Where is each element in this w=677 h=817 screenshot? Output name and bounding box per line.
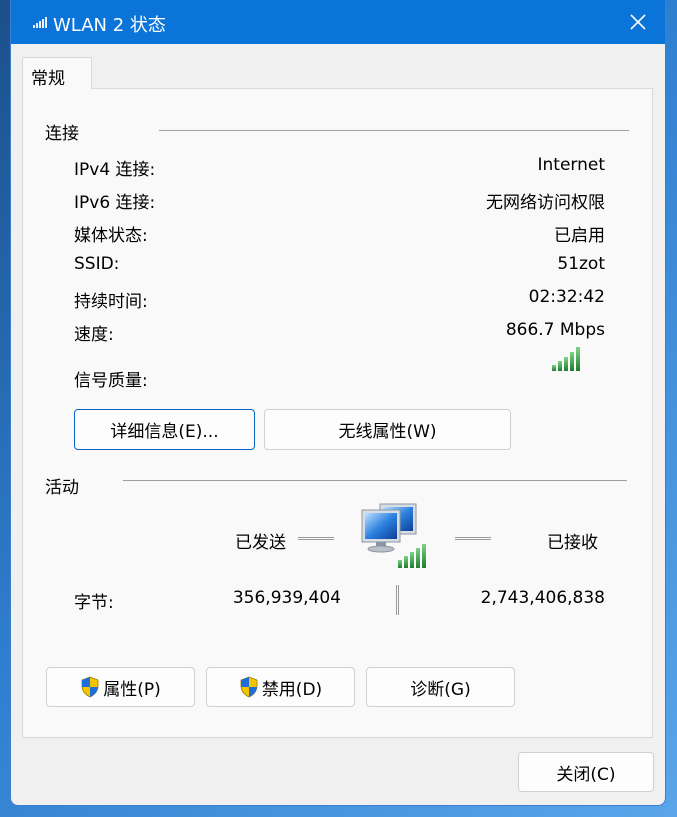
window-title: WLAN 2 状态 bbox=[53, 15, 166, 36]
shield-icon bbox=[81, 676, 99, 698]
speed-label: 速度: bbox=[74, 325, 114, 345]
ipv4-label: IPv4 连接: bbox=[74, 160, 156, 180]
disable-button[interactable]: 禁用(D) bbox=[206, 667, 355, 707]
diagnose-button[interactable]: 诊断(G) bbox=[366, 667, 515, 707]
connection-group-title: 连接 bbox=[45, 124, 79, 144]
wireless-properties-button[interactable]: 无线属性(W) bbox=[264, 409, 511, 450]
media-state-value: 已启用 bbox=[554, 226, 605, 246]
connection-divider bbox=[159, 130, 629, 131]
bytes-label: 字节: bbox=[74, 593, 114, 613]
ssid-label: SSID: bbox=[74, 254, 120, 274]
shield-icon bbox=[240, 676, 258, 698]
duration-label: 持续时间: bbox=[74, 292, 148, 312]
received-line bbox=[455, 537, 491, 540]
media-state-label: 媒体状态: bbox=[74, 226, 148, 246]
bytes-separator bbox=[396, 585, 399, 615]
activity-group-title: 活动 bbox=[45, 478, 79, 498]
ssid-value: 51zot bbox=[557, 254, 605, 274]
close-button[interactable]: 关闭(C) bbox=[518, 752, 654, 792]
general-panel: 连接 IPv4 连接: Internet IPv6 连接: 无网络访问权限 媒体… bbox=[22, 88, 653, 738]
ipv6-label: IPv6 连接: bbox=[74, 193, 156, 213]
speed-value: 866.7 Mbps bbox=[505, 320, 605, 340]
bytes-sent-value: 356,939,404 bbox=[232, 588, 341, 608]
properties-button[interactable]: 属性(P) bbox=[46, 667, 195, 707]
disable-button-label: 禁用(D) bbox=[261, 679, 323, 700]
close-icon bbox=[630, 14, 646, 30]
signal-strength-icon bbox=[552, 347, 580, 371]
received-label: 已接收 bbox=[547, 533, 598, 553]
ipv4-value: Internet bbox=[537, 155, 605, 175]
wifi-signal-icon bbox=[33, 17, 47, 28]
signal-quality-label: 信号质量: bbox=[74, 371, 148, 391]
ipv6-value: 无网络访问权限 bbox=[486, 193, 605, 213]
network-computers-icon bbox=[361, 503, 426, 568]
bytes-received-value: 2,743,406,838 bbox=[480, 588, 605, 608]
close-window-button[interactable] bbox=[611, 0, 665, 44]
duration-value: 02:32:42 bbox=[528, 287, 605, 307]
title-bar: WLAN 2 状态 bbox=[11, 0, 665, 44]
tab-general[interactable]: 常规 bbox=[22, 57, 92, 89]
status-dialog: WLAN 2 状态 常规 连接 IPv4 连接: Internet IPv6 连… bbox=[10, 0, 666, 806]
sent-label: 已发送 bbox=[235, 533, 286, 553]
activity-divider bbox=[123, 480, 627, 481]
sent-line bbox=[298, 537, 334, 540]
properties-button-label: 属性(P) bbox=[103, 679, 161, 700]
details-button[interactable]: 详细信息(E)... bbox=[74, 409, 255, 450]
